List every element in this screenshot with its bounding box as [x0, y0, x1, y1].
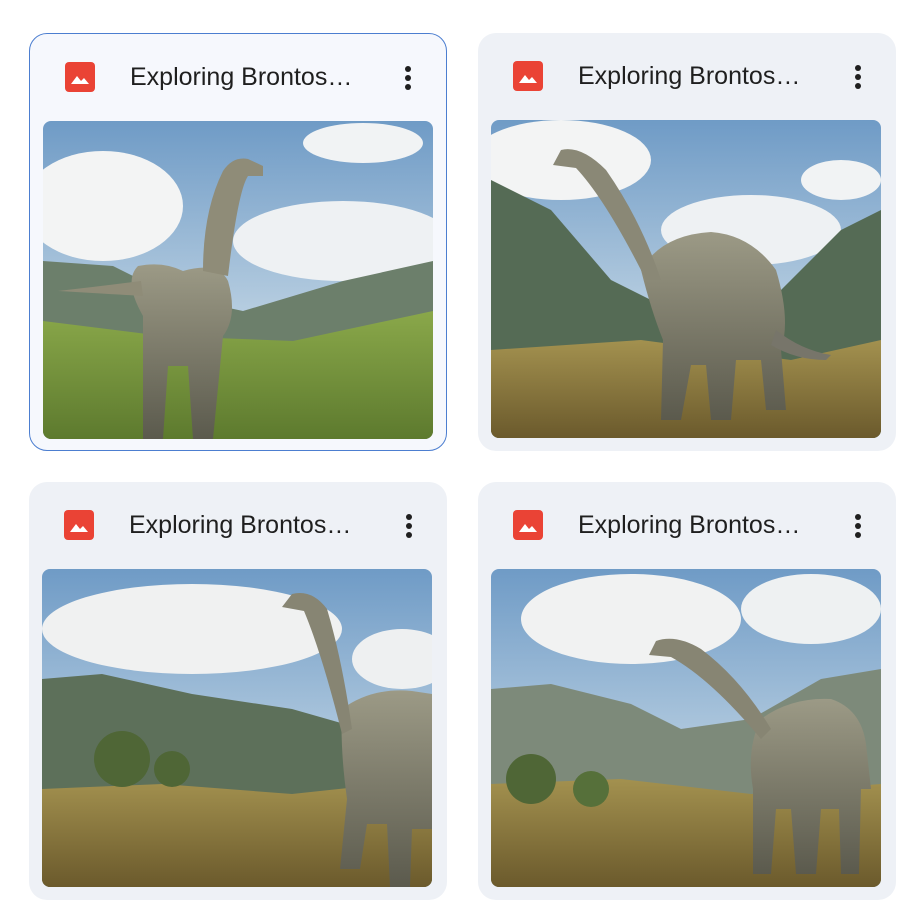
file-grid: Exploring Brontos… Exploring Brontos… Ex… [0, 0, 912, 914]
file-title: Exploring Brontos… [129, 511, 352, 539]
more-vert-icon[interactable] [838, 506, 878, 546]
more-vert-icon[interactable] [838, 57, 878, 97]
file-title: Exploring Brontos… [578, 62, 801, 90]
image-file-icon [513, 61, 543, 91]
image-file-icon [513, 510, 543, 540]
more-vert-icon[interactable] [389, 506, 429, 546]
file-title: Exploring Brontos… [130, 63, 353, 91]
file-title: Exploring Brontos… [578, 511, 801, 539]
image-thumbnail [491, 569, 881, 887]
image-file-icon [65, 62, 95, 92]
more-vert-icon[interactable] [388, 58, 428, 98]
image-thumbnail [491, 120, 881, 438]
file-card[interactable]: Exploring Brontos… [29, 482, 447, 900]
card-header: Exploring Brontos… [30, 34, 446, 120]
image-thumbnail [42, 569, 432, 887]
file-card[interactable]: Exploring Brontos… [478, 33, 896, 451]
card-header: Exploring Brontos… [29, 482, 447, 568]
card-header: Exploring Brontos… [478, 33, 896, 119]
image-thumbnail [43, 121, 433, 439]
image-file-icon [64, 510, 94, 540]
file-card[interactable]: Exploring Brontos… [478, 482, 896, 900]
card-header: Exploring Brontos… [478, 482, 896, 568]
file-card[interactable]: Exploring Brontos… [29, 33, 447, 451]
